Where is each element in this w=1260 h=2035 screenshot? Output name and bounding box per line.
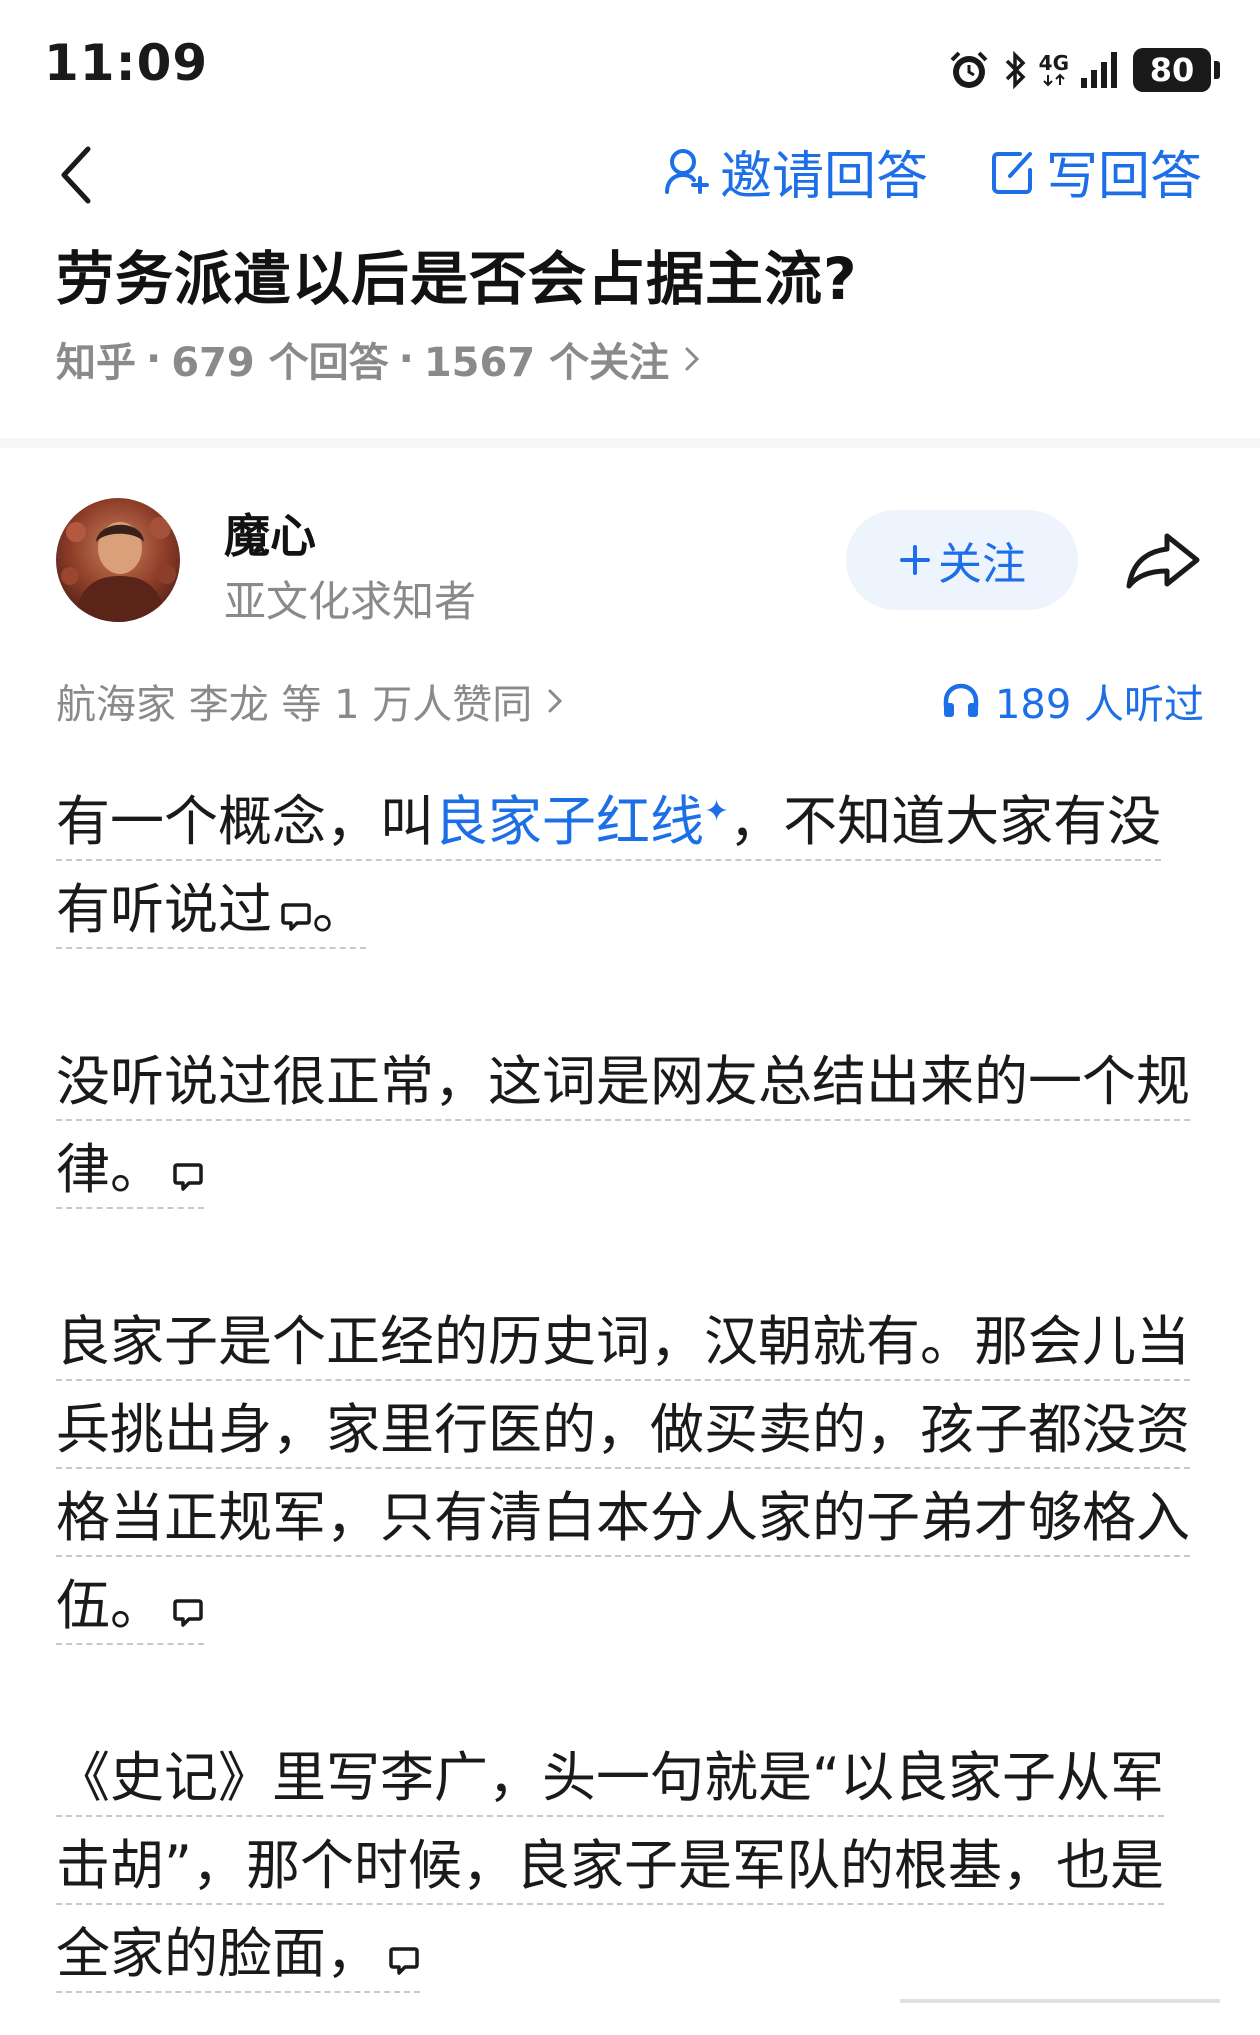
- follow-button[interactable]: 关注: [846, 510, 1078, 610]
- upvote-summary[interactable]: 航海家 李龙 等 1 万人赞同: [56, 672, 570, 730]
- invite-answer-button[interactable]: 邀请回答: [664, 136, 929, 207]
- alarm-icon: [950, 51, 988, 88]
- question-title[interactable]: 劳务派遣以后是否会占据主流?: [56, 232, 858, 316]
- answer-paragraph: 《史记》里写李广，头一句就是“以良家子从军击胡”，那个时候，良家子是军队的根基，…: [56, 1734, 1206, 1998]
- status-bar: 11:09 4G 80: [0, 0, 1260, 120]
- question-meta[interactable]: 知乎 · 679 个回答 · 1567 个关注: [56, 330, 707, 388]
- upvote-text: 航海家 李龙 等 1 万人赞同: [56, 682, 533, 728]
- follow-label: 关注: [938, 539, 1026, 590]
- invite-answer-label: 邀请回答: [720, 146, 929, 207]
- listen-text: 189 人听过: [994, 682, 1204, 728]
- answer-paragraph: 良家子是个正经的历史词，汉朝就有。那会儿当兵挑出身，家里行医的，做买卖的，孩子都…: [56, 1298, 1206, 1650]
- chevron-right-icon: [548, 689, 563, 713]
- section-divider: [0, 438, 1260, 448]
- share-button[interactable]: [1118, 520, 1208, 600]
- answer-count: 679 个回答: [171, 340, 389, 386]
- comment-icon[interactable]: [388, 1944, 420, 1978]
- keyword-link[interactable]: 良家子红线: [434, 790, 704, 853]
- comment-icon[interactable]: [172, 1160, 204, 1194]
- status-icons: 4G 80: [947, 44, 1220, 96]
- edit-icon: [992, 152, 1032, 194]
- status-time: 11:09: [44, 34, 209, 92]
- share-icon: [1126, 533, 1200, 589]
- headphone-icon: [943, 683, 979, 717]
- network-label: 4G: [1038, 51, 1069, 75]
- write-answer-label: 写回答: [1046, 146, 1203, 207]
- top-nav: 邀请回答 写回答: [0, 120, 1260, 230]
- question-source: 知乎: [56, 340, 136, 386]
- answer-paragraph: 有一个概念，叫良家子红线✦，不知道大家有没有听说过。: [56, 768, 1206, 954]
- comment-icon[interactable]: [280, 900, 312, 934]
- author-bio: 亚文化求知者: [224, 577, 477, 626]
- back-icon: [61, 146, 91, 204]
- network-indicator: 4G: [1039, 53, 1069, 87]
- signal-icon: [1081, 52, 1117, 88]
- comment-icon[interactable]: [172, 1596, 204, 1630]
- chevron-right-icon: [685, 347, 700, 371]
- invite-icon: [665, 149, 709, 194]
- sparkle-icon: ✦: [704, 794, 730, 829]
- back-button[interactable]: [56, 130, 116, 220]
- scroll-indicator: [900, 1996, 1220, 2006]
- battery-icon: 80: [1133, 48, 1220, 92]
- avatar[interactable]: [56, 498, 180, 622]
- follower-count: 1567 个关注: [423, 340, 670, 386]
- listen-count[interactable]: 189 人听过: [941, 672, 1204, 730]
- answer-paragraph: 没听说过很正常，这词是网友总结出来的一个规律。: [56, 1038, 1206, 1214]
- answer-body: 有一个概念，叫良家子红线✦，不知道大家有没有听说过。 没听说过很正常，这词是网友…: [56, 768, 1206, 2035]
- author-name[interactable]: 魔心: [224, 500, 316, 566]
- write-answer-button[interactable]: 写回答: [990, 136, 1203, 207]
- bluetooth-icon: [1005, 50, 1026, 90]
- plus-icon: [900, 545, 930, 575]
- battery-level: 80: [1133, 48, 1211, 92]
